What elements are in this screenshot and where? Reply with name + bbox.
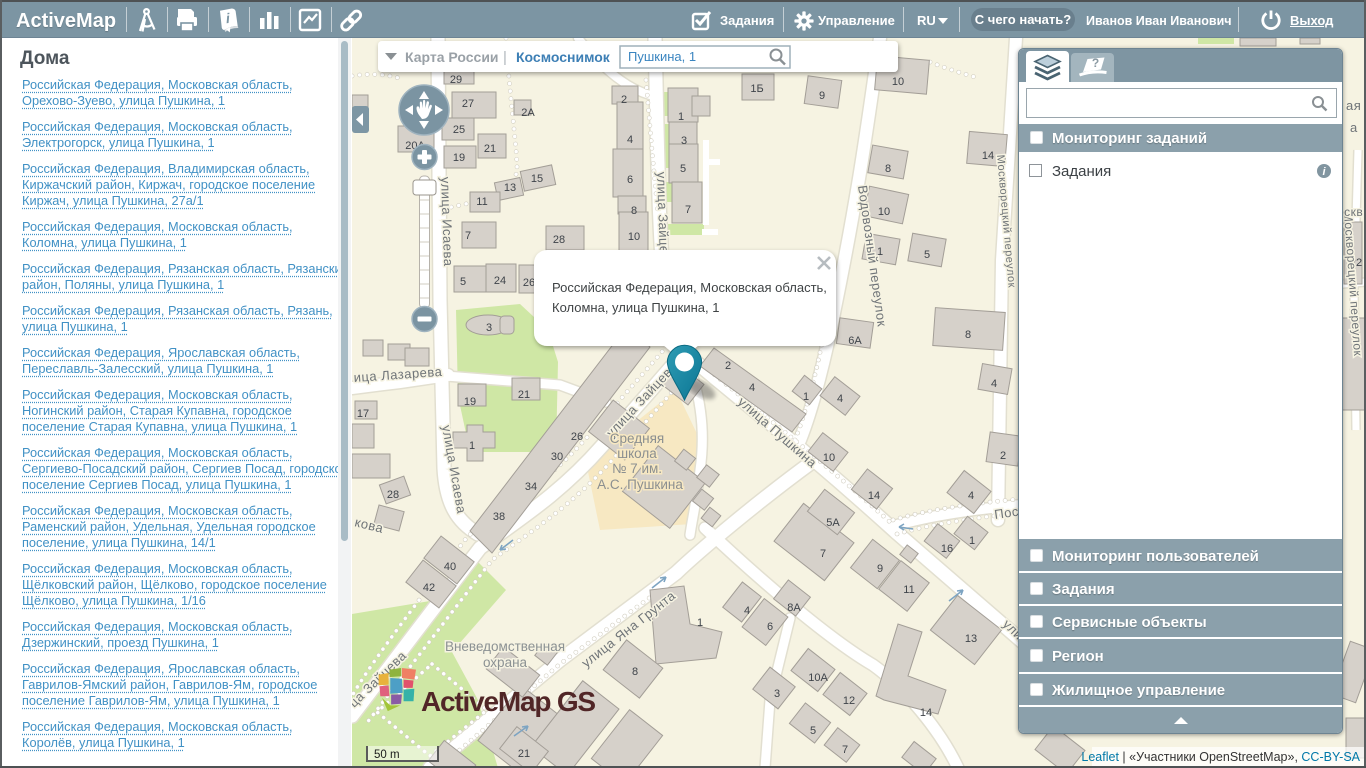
svg-text:5: 5 [924,249,930,261]
svg-text:?: ? [1092,56,1099,70]
svg-text:Вневедомственная: Вневедомственная [445,639,565,654]
svg-text:14: 14 [868,490,880,502]
svg-text:2: 2 [621,94,627,106]
svg-text:1Б: 1Б [750,83,763,95]
svg-text:9: 9 [819,90,825,102]
svg-text:11: 11 [476,196,487,208]
svg-text:Пушкина, 1: Пушкина, 1 [628,49,696,64]
svg-text:4: 4 [991,378,997,390]
svg-text:ActiveMap GS: ActiveMap GS [421,686,595,717]
svg-text:4: 4 [749,382,755,394]
svg-text:42: 42 [423,582,435,594]
svg-text:10: 10 [878,206,890,218]
svg-text:3: 3 [681,135,687,147]
svg-text:19: 19 [464,396,476,408]
svg-text:10А: 10А [808,672,828,684]
svg-text:19: 19 [453,152,465,164]
svg-text:13: 13 [965,633,977,645]
svg-text:№ 7 им.: № 7 им. [612,461,662,476]
svg-text:29: 29 [450,74,462,86]
svg-text:21: 21 [518,748,530,760]
svg-text:Коломна, улица Пушкина, 1: Коломна, улица Пушкина, 1 [552,300,719,315]
svg-text:27: 27 [462,98,474,110]
svg-text:8А: 8А [787,602,801,614]
svg-text:7: 7 [820,548,826,560]
svg-text:8: 8 [632,666,638,678]
svg-text:7: 7 [842,744,848,756]
svg-text:3: 3 [486,322,492,334]
svg-text:5: 5 [810,725,816,737]
svg-text:30: 30 [551,451,563,463]
svg-text:24: 24 [494,275,506,287]
svg-text:6: 6 [627,174,633,186]
svg-text:40: 40 [444,561,456,573]
svg-text:2А: 2А [521,107,535,119]
svg-text:Средняя: Средняя [610,431,664,446]
svg-text:28: 28 [387,489,399,501]
svg-text:А.С. Пушкина: А.С. Пушкина [597,477,683,492]
svg-text:10: 10 [892,76,904,88]
svg-text:1: 1 [803,391,809,403]
svg-text:10: 10 [628,231,640,243]
svg-text:4: 4 [968,490,974,502]
svg-text:1: 1 [678,111,684,123]
svg-text:21: 21 [484,143,496,155]
svg-text:3: 3 [774,688,780,700]
svg-text:6: 6 [767,621,773,633]
svg-text:26: 26 [523,277,535,289]
svg-text:11: 11 [903,584,914,596]
svg-text:28: 28 [553,234,565,246]
svg-text:Российская Федерация, Московск: Российская Федерация, Московская область… [552,280,827,295]
svg-text:8: 8 [885,163,891,175]
svg-text:5А: 5А [826,517,840,529]
svg-text:а: а [1350,120,1358,135]
svg-text:6А: 6А [848,335,862,347]
svg-text:ая: ая [1346,98,1361,113]
svg-text:Карта России: Карта России [405,49,499,65]
svg-text:14: 14 [920,707,932,719]
svg-text:улица Исаева: улица Исаева [438,177,456,267]
svg-text:34: 34 [525,481,537,493]
svg-text:16: 16 [941,543,953,555]
svg-text:5: 5 [680,163,686,175]
svg-text:школа: школа [617,446,657,461]
svg-text:охрана: охрана [483,655,528,670]
svg-text:7: 7 [465,230,471,242]
svg-text:15: 15 [531,173,543,185]
svg-text:2: 2 [725,360,731,372]
svg-text:4: 4 [627,134,633,146]
svg-text:50 m: 50 m [374,749,400,761]
svg-text:17: 17 [357,408,369,420]
svg-text:|: | [503,49,507,66]
svg-text:12: 12 [843,695,855,707]
svg-text:9: 9 [877,563,883,575]
svg-text:1: 1 [969,535,975,547]
svg-text:10: 10 [823,452,835,464]
svg-text:1: 1 [697,617,703,629]
svg-text:14: 14 [982,150,994,162]
svg-text:26: 26 [571,431,583,443]
svg-text:38: 38 [493,511,505,523]
svg-text:25: 25 [453,124,465,136]
svg-text:4: 4 [837,393,843,405]
svg-text:8: 8 [965,329,971,341]
svg-text:Космоснимок: Космоснимок [516,49,611,65]
svg-text:Leaflet | «Участники OpenStree: Leaflet | «Участники OpenStreetMap», CC-… [1081,750,1360,764]
svg-text:13: 13 [504,182,516,194]
svg-text:7: 7 [685,204,691,216]
svg-text:21: 21 [518,389,530,401]
svg-text:5: 5 [460,276,466,288]
svg-text:1: 1 [469,440,475,452]
svg-text:4: 4 [744,605,750,617]
svg-text:8: 8 [631,205,637,217]
svg-text:2: 2 [1000,450,1006,462]
